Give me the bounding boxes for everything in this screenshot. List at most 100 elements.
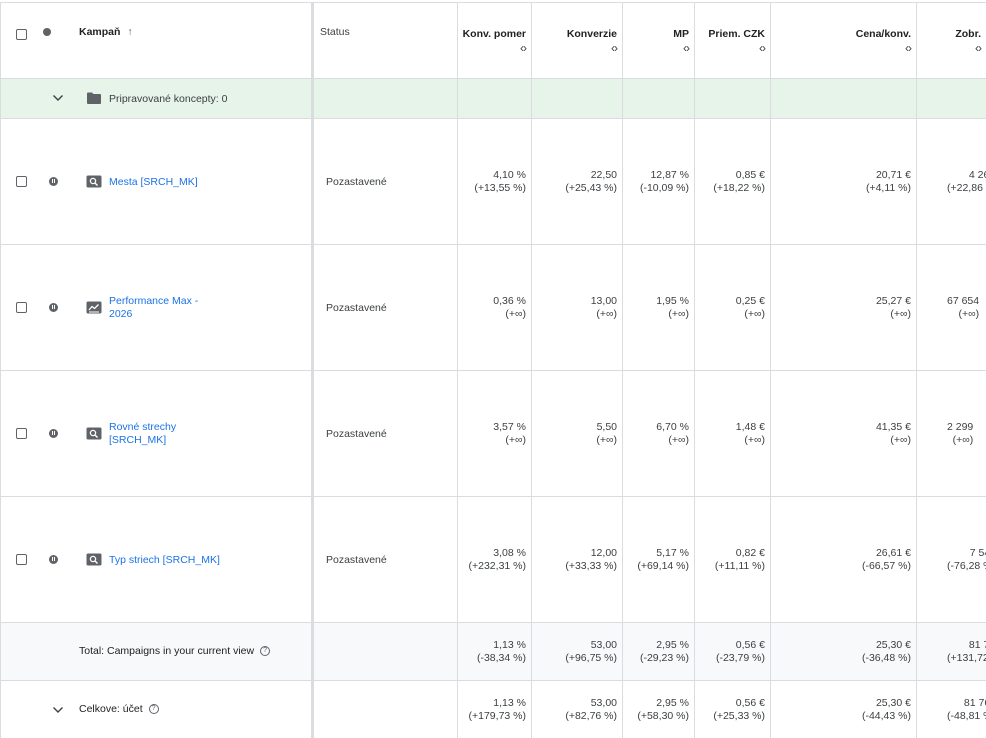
ctr-cell: 2,95 % (-29,23 %): [623, 623, 695, 680]
search-campaign-icon: [86, 553, 102, 566]
cost-per-conv-value: 26,61 €: [875, 546, 911, 559]
cost-per-conv-change: (-66,57 %): [861, 559, 911, 572]
conv-rate-change: (+232,31 %): [468, 559, 527, 572]
ctr-value: 12,87 %: [650, 168, 689, 181]
status-column-header[interactable]: Status: [320, 26, 350, 38]
impressions-cell: 81 767 (+131,72 %: [917, 623, 986, 680]
total-current-view-row: Total: Campaigns in your current view? 1…: [0, 623, 986, 680]
avg-cpc-value: 0,25 €: [735, 294, 765, 307]
campaign-column-header[interactable]: Kampaň ↑: [79, 26, 133, 38]
campaign-name-link[interactable]: Performance Max - 2026: [109, 295, 198, 321]
conv-rate-cell: 4,10 % (+13,55 %): [458, 119, 532, 244]
impressions-column-header[interactable]: Zobr. ‹›: [917, 3, 986, 79]
ctr-change: (+69,14 %): [637, 559, 689, 572]
avg-cpc-change: (+∞): [744, 307, 765, 320]
conversions-value: 53,00: [590, 696, 617, 709]
avg-cpc-cell: 0,56 € (-23,79 %): [695, 623, 771, 680]
avg-cpc-column-header[interactable]: Priem. CZK ‹›: [695, 3, 771, 79]
paused-status-icon[interactable]: [49, 554, 58, 564]
avg-cpc-change: (+∞): [744, 433, 765, 446]
campaign-name-link[interactable]: Rovné strechy [SRCH_MK]: [109, 421, 176, 447]
sort-toggle-icon[interactable]: ‹›: [683, 41, 690, 55]
ctr-change: (-10,09 %): [639, 181, 689, 194]
paused-status-icon[interactable]: [49, 428, 58, 438]
ctr-change: (+58,30 %): [637, 709, 689, 722]
sort-ascending-icon[interactable]: ↑: [127, 26, 132, 38]
ctr-value: 6,70 %: [656, 420, 689, 433]
ctr-column-header[interactable]: MP ‹›: [623, 3, 695, 79]
conv-rate-change: (-38,34 %): [476, 651, 526, 664]
conversions-cell: 53,00 (+96,75 %): [532, 623, 623, 680]
sort-toggle-icon[interactable]: ‹›: [975, 41, 982, 55]
table-header: Kampaň ↑ Status Konv. pomer ‹› Konverzie ‹…: [0, 3, 986, 79]
sort-toggle-icon[interactable]: ‹›: [611, 41, 618, 55]
conv-rate-change: (+179,73 %): [468, 709, 527, 722]
conv-rate-change: (+∞): [505, 307, 526, 320]
ctr-change: (+∞): [668, 433, 689, 446]
avg-cpc-change: (+18,22 %): [713, 181, 765, 194]
impressions-value: 81 767: [968, 638, 986, 651]
sort-toggle-icon[interactable]: ‹›: [905, 41, 912, 55]
impressions-cell: 4 267 (+22,86 %: [917, 119, 986, 244]
draft-concepts-row[interactable]: Pripravované koncepty: 0: [0, 79, 986, 119]
conv-rate-value: 3,57 %: [493, 420, 526, 433]
table-row[interactable]: Rovné strechy [SRCH_MK] Pozastavené 3,57…: [0, 371, 986, 496]
ctr-cell: 6,70 % (+∞): [623, 371, 695, 496]
row-select-checkbox[interactable]: [16, 175, 27, 187]
cost-per-conv-change: (+4,11 %): [865, 181, 911, 194]
avg-cpc-value: 0,56 €: [735, 696, 765, 709]
ctr-value: 1,95 %: [656, 294, 689, 307]
cost-per-conv-value: 25,30 €: [875, 696, 911, 709]
ctr-cell: 12,87 % (-10,09 %): [623, 119, 695, 244]
chevron-down-icon[interactable]: [52, 704, 64, 716]
conversions-column-header[interactable]: Konverzie ‹›: [532, 3, 623, 79]
cost-per-conv-cell: 26,61 € (-66,57 %): [771, 497, 917, 622]
row-select-checkbox[interactable]: [16, 427, 27, 439]
avg-cpc-cell: 0,56 € (+25,33 %): [695, 681, 771, 738]
avg-cpc-value: 0,82 €: [735, 546, 765, 559]
paused-status-icon[interactable]: [49, 176, 58, 186]
row-select-checkbox[interactable]: [16, 301, 27, 313]
sort-toggle-icon[interactable]: ‹›: [520, 41, 527, 55]
conv-rate-value: 4,10 %: [493, 168, 526, 181]
conv-rate-cell: 3,08 % (+232,31 %): [458, 497, 532, 622]
help-icon[interactable]: ?: [260, 645, 271, 656]
campaign-name-link[interactable]: Mesta [SRCH_MK]: [109, 176, 198, 189]
impressions-change: (+22,86 %: [947, 181, 986, 194]
sort-toggle-icon[interactable]: ‹›: [759, 41, 766, 55]
cost-per-conv-column-header[interactable]: Cena/konv. ‹›: [771, 3, 917, 79]
conversions-change: (+∞): [596, 307, 617, 320]
avg-cpc-cell: 1,48 € (+∞): [695, 371, 771, 496]
total-label: Total: Campaigns in your current view?: [79, 645, 271, 657]
impressions-change: (-76,28 %): [947, 559, 986, 572]
performance-max-icon: [86, 301, 102, 314]
folder-icon: [87, 92, 101, 104]
cost-per-conv-value: 25,30 €: [875, 638, 911, 651]
campaign-status: Pozastavené: [326, 301, 387, 314]
conv-rate-column-header[interactable]: Konv. pomer ‹›: [458, 3, 532, 79]
conversions-value: 53,00: [590, 638, 617, 651]
impressions-change: (+∞): [958, 307, 980, 320]
impressions-change: (+131,72 %: [947, 651, 986, 664]
avg-cpc-cell: 0,25 € (+∞): [695, 245, 771, 370]
ctr-value: 2,95 %: [656, 638, 689, 651]
chevron-down-icon[interactable]: [52, 92, 64, 104]
campaign-name-link[interactable]: Typ striech [SRCH_MK]: [109, 554, 220, 567]
row-select-checkbox[interactable]: [16, 553, 27, 565]
ctr-change: (+∞): [668, 307, 689, 320]
impressions-value: 81 767: [963, 696, 986, 709]
select-all-checkbox[interactable]: [16, 29, 27, 40]
help-icon[interactable]: ?: [148, 703, 159, 714]
impressions-change: (-48,81 %): [947, 709, 986, 722]
table-row[interactable]: Performance Max - 2026 Pozastavené 0,36 …: [0, 245, 986, 370]
cost-per-conv-change: (-44,43 %): [861, 709, 911, 722]
conversions-cell: 22,50 (+25,43 %): [532, 119, 623, 244]
conv-rate-cell: 0,36 % (+∞): [458, 245, 532, 370]
avg-cpc-value: 0,56 €: [735, 638, 765, 651]
cost-per-conv-value: 20,71 €: [875, 168, 911, 181]
paused-status-icon[interactable]: [49, 302, 58, 312]
table-row[interactable]: Mesta [SRCH_MK] Pozastavené 4,10 % (+13,…: [0, 119, 986, 244]
table-row[interactable]: Typ striech [SRCH_MK] Pozastavené 3,08 %…: [0, 497, 986, 622]
search-campaign-icon: [86, 175, 102, 188]
conversions-cell: 13,00 (+∞): [532, 245, 623, 370]
